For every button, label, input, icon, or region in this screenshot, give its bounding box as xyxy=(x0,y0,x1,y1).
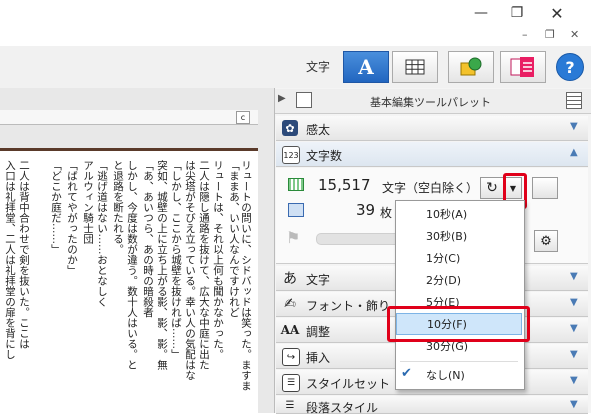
text-mode-button[interactable]: A xyxy=(343,51,389,83)
restore-icon[interactable]: ❐ xyxy=(500,0,534,26)
section-label: フォント・飾り xyxy=(306,299,391,313)
ribbon-close-icon[interactable]: ✕ xyxy=(570,28,579,41)
insert-icon: ↪ xyxy=(282,348,300,366)
palette-menu-icon[interactable] xyxy=(566,92,582,109)
ruler-marker: c xyxy=(236,111,250,124)
grid-icon xyxy=(405,59,425,75)
chars-icon xyxy=(288,178,304,191)
menu-divider xyxy=(400,361,518,362)
section-label: 調整 xyxy=(306,325,331,339)
page-view-button[interactable] xyxy=(532,177,558,199)
text-column: 入口は礼拝堂、二人は礼拝堂の扉を背にし xyxy=(4,160,16,360)
pen-icon: ✍ xyxy=(284,296,296,312)
ruler xyxy=(0,110,258,125)
text-column: 「ばれてやがったのか」 xyxy=(66,160,78,276)
goal-progress xyxy=(316,233,402,245)
shape-mode-button[interactable] xyxy=(448,51,494,83)
text-column: 「逃げ道はない……おとなしく xyxy=(96,160,108,307)
minimize-icon[interactable]: — xyxy=(464,0,498,26)
menu-item[interactable]: 30秒(B) xyxy=(396,225,522,247)
layout-mode-button[interactable] xyxy=(500,51,546,83)
close-icon[interactable]: ✕ xyxy=(540,0,574,26)
text-column: リュートは、それ以上何も聞かなかった。 xyxy=(212,160,224,360)
table-mode-button[interactable] xyxy=(392,51,438,83)
ribbon-minimize-icon[interactable]: – xyxy=(522,28,528,41)
palette-expand-icon[interactable]: ▶ xyxy=(278,93,286,104)
font-size-icon: AA xyxy=(280,323,300,337)
palette-title: 基本編集ツールパレット xyxy=(370,96,491,109)
palette-dock-icon[interactable] xyxy=(296,92,312,108)
chevron-down-icon[interactable]: ▼ xyxy=(570,271,578,282)
check-icon: ✔ xyxy=(401,366,412,381)
shapes-icon xyxy=(460,57,482,76)
count-icon: 123 xyxy=(282,146,300,164)
ribbon-strip xyxy=(0,26,591,46)
chars-value: 15,517 xyxy=(318,176,371,194)
refresh-button[interactable]: ↻ xyxy=(480,177,504,199)
text-column: 「あ、あいつら、あの時の暗殺者 xyxy=(142,160,154,318)
section-label: 挿入 xyxy=(306,351,331,365)
text-column: 二人は背中合わせで剣を抜いた。ここは xyxy=(18,160,30,349)
section-label: 段落スタイル xyxy=(306,401,379,415)
menu-item[interactable]: 2分(D) xyxy=(396,269,522,291)
chevron-down-icon[interactable]: ▼ xyxy=(570,349,578,360)
styleset-icon: ☰ xyxy=(282,374,300,392)
help-button[interactable]: ? xyxy=(556,53,584,81)
section-label: 感太 xyxy=(306,123,331,137)
text-column: と退路を断たれる。 xyxy=(112,160,124,255)
section-label: 文字数 xyxy=(306,149,343,163)
text-column: 「ままあ、いい人なんですけれど xyxy=(228,160,240,318)
paragraph-icon: ☰ xyxy=(285,399,295,411)
hiragana-icon: あ xyxy=(283,271,297,287)
menu-item-checked[interactable]: なし(N) xyxy=(396,364,522,386)
pages-value: 39 xyxy=(356,201,376,219)
pages-icon xyxy=(288,203,304,217)
text-column: 突如、城壁の上に立ち上がる影、影、影。無 xyxy=(156,160,168,370)
menu-item[interactable]: 10秒(A) xyxy=(396,203,522,225)
chevron-down-icon[interactable]: ▼ xyxy=(570,297,578,308)
section-label: 文字 xyxy=(306,273,331,287)
text-column: 「しかし、ここから城壁を抜ければ……」 xyxy=(170,160,182,360)
gear-icon[interactable]: ⚙ xyxy=(534,230,558,252)
chevron-down-icon[interactable]: ▼ xyxy=(570,399,578,410)
text-column: アルウィン騎士団 xyxy=(82,160,94,244)
chevron-down-icon[interactable]: ▼ xyxy=(570,121,578,132)
chevron-down-icon[interactable]: ▼ xyxy=(570,375,578,386)
layout-icon xyxy=(510,57,534,77)
text-column: 二人は隠し通路を抜けて、広大な中庭に出た xyxy=(198,160,210,370)
text-column: 「どこか庭だ……」 xyxy=(50,160,62,255)
menu-item[interactable]: 30分(G) xyxy=(396,335,522,357)
chevron-up-icon[interactable]: ▲ xyxy=(570,147,578,158)
pages-label: 枚 xyxy=(380,206,393,220)
ribbon-restore-icon[interactable]: ❐ xyxy=(545,28,555,41)
text-column: リュートの問いに、シドバッドは笑った。ますま xyxy=(240,160,252,391)
flag-icon: ⚑ xyxy=(286,228,301,247)
text-column: しかし、今度は数が違う。数十人はいる。と xyxy=(126,160,138,370)
section-label: スタイルセット xyxy=(306,377,391,391)
toolbar-mode-label: 文字 xyxy=(306,60,331,74)
menu-item[interactable]: 1分(C) xyxy=(396,247,522,269)
flower-icon: ✿ xyxy=(282,120,298,136)
chevron-down-icon[interactable]: ▼ xyxy=(570,323,578,334)
text-column: は尖塔がそびえ立っている。幸い人の気配はな xyxy=(184,160,196,381)
chars-label: 文字（空白除く） xyxy=(382,181,479,195)
